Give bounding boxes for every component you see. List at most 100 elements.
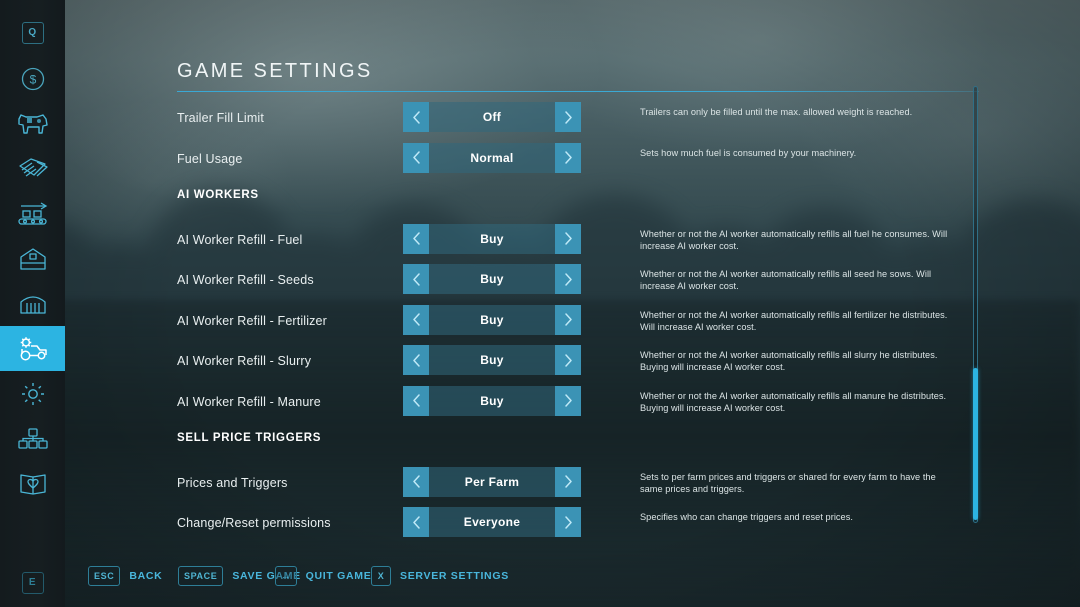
hint-quit-game[interactable]: ↔ QUIT GAME xyxy=(275,566,371,586)
key-space-icon: SPACE xyxy=(178,566,224,586)
sidebar-item-finances[interactable]: $ xyxy=(0,56,65,101)
setting-value: Buy xyxy=(480,393,504,408)
sidebar-item-multiplayer[interactable] xyxy=(0,416,65,461)
setting-selector[interactable]: Per Farm xyxy=(403,466,581,497)
settings-list: Trailer Fill Limit Off Trailers can only… xyxy=(65,100,1080,546)
chevron-left-icon[interactable] xyxy=(403,102,429,132)
barn-icon xyxy=(19,247,46,270)
scrollbar-thumb[interactable] xyxy=(973,368,978,520)
setting-value: Per Farm xyxy=(464,474,520,489)
sidebar-item-animals[interactable] xyxy=(0,101,65,146)
silo-barn-icon xyxy=(19,295,46,314)
setting-selector[interactable]: Buy xyxy=(403,264,581,294)
setting-row: AI Worker Refill - Seeds Buy Whether or … xyxy=(65,262,1080,303)
gear-icon xyxy=(21,382,44,405)
chevron-left-icon[interactable] xyxy=(403,466,429,497)
chevron-right-icon[interactable] xyxy=(555,507,581,537)
game-settings-screen: Q $ E GAME SETTINGS Trailer Fill Limit O… xyxy=(0,0,1080,607)
documents-icon xyxy=(18,157,48,177)
chevron-right-icon[interactable] xyxy=(555,264,581,294)
section-title: SELL PRICE TRIGGERS xyxy=(177,432,322,444)
setting-selector[interactable]: Off xyxy=(403,102,581,132)
setting-row: Fuel Usage Normal Sets how much fuel is … xyxy=(65,141,1080,182)
section-header-row: AI WORKERS xyxy=(65,181,1080,222)
conveyor-icon xyxy=(17,201,47,225)
setting-description: Whether or not the AI worker automatical… xyxy=(640,228,948,251)
setting-description: Specifies who can change triggers and re… xyxy=(640,512,853,522)
sidebar-item-storage[interactable] xyxy=(0,281,65,326)
setting-value: Normal xyxy=(470,150,514,165)
dollar-circle-icon: $ xyxy=(21,67,44,90)
setting-selector[interactable]: Buy xyxy=(403,223,581,254)
chevron-right-icon[interactable] xyxy=(555,142,581,173)
setting-row: Prices and Triggers Per Farm Sets to per… xyxy=(65,465,1080,506)
hint-back[interactable]: ESC BACK xyxy=(88,566,162,586)
cow-icon xyxy=(17,113,48,134)
page-title: GAME SETTINGS xyxy=(177,60,373,82)
setting-description: Sets how much fuel is consumed by your m… xyxy=(640,147,857,158)
hint-label: QUIT GAME xyxy=(305,570,372,582)
setting-description: Sets to per farm prices and triggers or … xyxy=(640,471,936,494)
setting-value: Buy xyxy=(480,231,504,246)
chevron-left-icon[interactable] xyxy=(403,385,429,416)
title-divider xyxy=(177,91,979,92)
sidebar-rail: Q $ E xyxy=(0,0,65,607)
chevron-right-icon[interactable] xyxy=(555,345,581,375)
sidebar-item-production[interactable] xyxy=(0,191,65,236)
sidebar-item-help[interactable] xyxy=(0,461,65,506)
setting-label: Change/Reset permissions xyxy=(177,516,331,530)
setting-selector[interactable]: Buy xyxy=(403,385,581,416)
setting-value: Off xyxy=(482,110,502,124)
setting-description: Trailers can only be filled until the ma… xyxy=(640,107,913,117)
setting-description: Whether or not the AI worker automatical… xyxy=(640,350,938,373)
setting-label: Trailer Fill Limit xyxy=(177,111,264,125)
chevron-left-icon[interactable] xyxy=(403,142,429,173)
setting-row: AI Worker Refill - Fuel Buy Whether or n… xyxy=(65,222,1080,263)
chevron-right-icon[interactable] xyxy=(555,102,581,132)
svg-text:$: $ xyxy=(29,72,36,86)
setting-value: Everyone xyxy=(463,515,521,529)
setting-selector[interactable]: Normal xyxy=(403,142,581,173)
chevron-left-icon[interactable] xyxy=(403,345,429,375)
chevron-right-icon[interactable] xyxy=(555,223,581,254)
setting-selector[interactable]: Buy xyxy=(403,345,581,375)
setting-value: Buy xyxy=(480,312,504,327)
section-header-row: SELL PRICE TRIGGERS xyxy=(65,424,1080,465)
key-left-right-arrow-icon: ↔ xyxy=(275,566,297,586)
footer-hint-bar: ESC BACK SPACE SAVE GAME ↔ QUIT GAME X S… xyxy=(0,545,1080,607)
setting-row: Change/Reset permissions Everyone Specif… xyxy=(65,505,1080,546)
network-nodes-icon xyxy=(17,427,48,449)
setting-label: Prices and Triggers xyxy=(177,475,288,490)
chevron-left-icon[interactable] xyxy=(403,223,429,254)
sidebar-item-construction[interactable] xyxy=(0,236,65,281)
setting-selector[interactable]: Everyone xyxy=(403,507,581,537)
setting-description: Whether or not the AI worker automatical… xyxy=(640,309,948,332)
sidebar-item-game-settings[interactable] xyxy=(0,326,65,371)
book-heart-icon xyxy=(19,473,46,495)
setting-row: AI Worker Refill - Slurry Buy Whether or… xyxy=(65,343,1080,384)
chevron-left-icon[interactable] xyxy=(403,264,429,294)
setting-row: Trailer Fill Limit Off Trailers can only… xyxy=(65,100,1080,141)
chevron-right-icon[interactable] xyxy=(555,304,581,335)
chevron-left-icon[interactable] xyxy=(403,507,429,537)
settings-content: GAME SETTINGS Trailer Fill Limit Off Tra… xyxy=(65,0,1080,607)
sidebar-item-contracts[interactable] xyxy=(0,146,65,191)
hint-label: BACK xyxy=(129,570,163,582)
hint-server-settings[interactable]: X SERVER SETTINGS xyxy=(371,566,509,586)
setting-label: AI Worker Refill - Seeds xyxy=(177,273,314,287)
hint-label: SERVER SETTINGS xyxy=(400,570,509,582)
setting-value: Buy xyxy=(480,353,504,367)
setting-selector[interactable]: Buy xyxy=(403,304,581,335)
chevron-right-icon[interactable] xyxy=(555,385,581,416)
sidebar-item-general-settings[interactable] xyxy=(0,371,65,416)
setting-label: AI Worker Refill - Fertilizer xyxy=(177,313,327,328)
sidebar-item-key-q-badge[interactable]: Q xyxy=(0,10,65,55)
settings-scrollbar[interactable] xyxy=(973,86,978,523)
key-x-icon: X xyxy=(371,566,391,586)
chevron-left-icon[interactable] xyxy=(403,304,429,335)
setting-description: Whether or not the AI worker automatical… xyxy=(640,269,932,292)
setting-label: AI Worker Refill - Slurry xyxy=(177,354,312,368)
key-esc-icon: ESC xyxy=(88,566,121,586)
chevron-right-icon[interactable] xyxy=(555,466,581,497)
setting-row: AI Worker Refill - Manure Buy Whether or… xyxy=(65,384,1080,425)
